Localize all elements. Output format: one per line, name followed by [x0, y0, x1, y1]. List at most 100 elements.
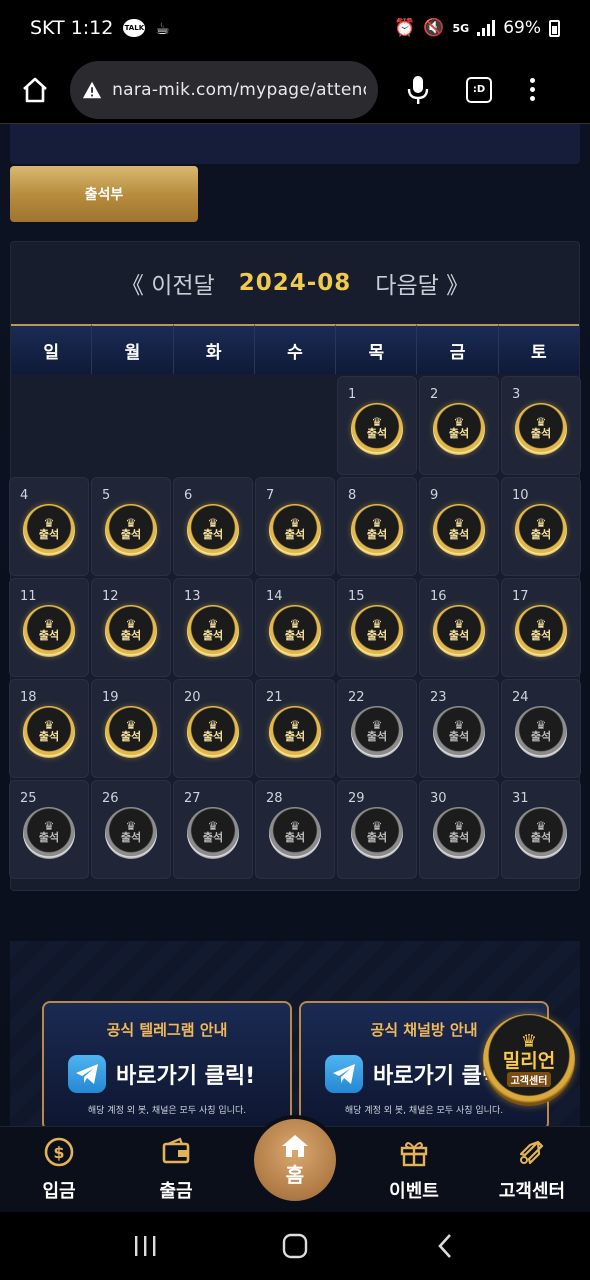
calendar-day-cell[interactable]: 14 ♛ 출석	[255, 578, 335, 677]
stamp-label: 출석	[366, 830, 388, 844]
day-number: 9	[430, 488, 439, 503]
stamp-label: 출석	[284, 628, 306, 642]
calendar-day-cell[interactable]: 29 ♛ 출석	[337, 780, 417, 879]
crown-icon: ♛	[207, 616, 219, 631]
not-attended-stamp-icon: ♛ 출석	[515, 807, 567, 860]
calendar-day-cell[interactable]: 13 ♛ 출석	[173, 578, 253, 677]
calendar-day-cell[interactable]: 10 ♛ 출석	[501, 477, 581, 576]
stamp-label: 출석	[38, 729, 60, 743]
stamp-label: 출석	[530, 729, 552, 743]
tabs-button[interactable]: :D	[466, 76, 492, 103]
not-attended-stamp-icon: ♛ 출석	[351, 807, 403, 860]
url-text: nara-mik.com/mypage/attend.p	[112, 79, 366, 100]
attendance-tab[interactable]: 출석부	[10, 166, 198, 222]
day-number: 16	[430, 589, 447, 604]
back-button[interactable]	[425, 1226, 465, 1266]
calendar-day-cell[interactable]: 4 ♛ 출석	[9, 477, 89, 576]
calendar-day-cell[interactable]: 8 ♛ 출석	[337, 477, 417, 576]
calendar-day-cell[interactable]: 5 ♛ 출석	[91, 477, 171, 576]
url-bar[interactable]: nara-mik.com/mypage/attend.p	[70, 60, 378, 119]
calendar-day-cell[interactable]: 22 ♛ 출석	[337, 679, 417, 778]
calendar-day-cell[interactable]: 21 ♛ 출석	[255, 679, 335, 778]
attended-stamp-icon: ♛ 출석	[351, 605, 403, 658]
crown-icon: ♛	[371, 616, 383, 631]
calendar-day-cell[interactable]: 12 ♛ 출석	[91, 578, 171, 677]
calendar-day-cell[interactable]: 27 ♛ 출석	[173, 780, 253, 879]
calendar-day-cell[interactable]: 15 ♛ 출석	[337, 578, 417, 677]
stamp-label: 출석	[366, 527, 388, 541]
page-content: 출석부 《 이전달 2024-08 다음달 》 일 월 화 수 목 금 토 1 ♛…	[0, 124, 590, 1126]
browser-menu-button[interactable]	[530, 78, 535, 101]
calendar-day-cell[interactable]: 11 ♛ 출석	[9, 578, 89, 677]
calendar-day-cell[interactable]: 26 ♛ 출석	[91, 780, 171, 879]
day-number: 18	[20, 690, 37, 705]
stamp-label: 출석	[366, 729, 388, 743]
next-month-button[interactable]: 다음달 》	[375, 266, 469, 300]
telegram-banner[interactable]: 공식 텔레그램 안내 바로가기 클릭! 해당 계정 외 봇, 채널은 모두 사칭…	[42, 1001, 292, 1126]
calendar-day-cell[interactable]: 24 ♛ 출석	[501, 679, 581, 778]
not-attended-stamp-icon: ♛ 출석	[351, 706, 403, 759]
attended-stamp-icon: ♛ 출석	[351, 403, 403, 456]
calendar-day-cell[interactable]: 19 ♛ 출석	[91, 679, 171, 778]
recent-apps-button[interactable]	[125, 1226, 165, 1266]
home-icon	[282, 1134, 308, 1157]
support-brand: 밀리언	[502, 1049, 556, 1072]
calendar-day-cell[interactable]: 1 ♛ 출석	[337, 376, 417, 475]
calendar-day-cell[interactable]: 9 ♛ 출석	[419, 477, 499, 576]
calendar-day-cell[interactable]: 28 ♛ 출석	[255, 780, 335, 879]
attended-stamp-icon: ♛ 출석	[105, 706, 157, 759]
day-number: 4	[20, 488, 29, 503]
calendar-day-cell[interactable]: 20 ♛ 출석	[173, 679, 253, 778]
browser-home-button[interactable]	[14, 69, 56, 111]
menu-dot	[530, 87, 535, 92]
crown-icon: ♛	[207, 717, 219, 732]
crown-icon: ♛	[43, 717, 55, 732]
menu-dot	[530, 96, 535, 101]
nav-home[interactable]: 홈	[250, 1115, 340, 1205]
calendar-day-cell[interactable]: 18 ♛ 출석	[9, 679, 89, 778]
bell-icon	[515, 1135, 549, 1169]
day-number: 5	[102, 488, 111, 503]
crown-icon: ♛	[125, 616, 137, 631]
calendar-grid: 1 ♛ 출석 2 ♛ 출석 3 ♛ 출석 4 ♛ 출석 5 ♛ 출석 6 ♛ 출석 7 ♛ 출석 8 ♛ 출석 9 ♛ 출석 10 ♛ 출…	[9, 374, 581, 879]
prev-month-button[interactable]: 《 이전달	[121, 266, 215, 300]
voice-search-button[interactable]	[400, 69, 436, 111]
crown-icon: ♛	[289, 616, 301, 631]
calendar-day-cell[interactable]: 30 ♛ 출석	[419, 780, 499, 879]
nav-support-label: 고객센터	[498, 1181, 566, 1202]
system-nav	[0, 1212, 590, 1280]
nav-support[interactable]: 고객센터	[482, 1135, 582, 1203]
weekday-sat: 토	[498, 324, 579, 374]
nav-withdraw[interactable]: 출금	[126, 1135, 226, 1203]
support-floating-button[interactable]: ♛ 밀리언 고객센터	[483, 1014, 575, 1106]
crown-icon: ♛	[453, 818, 465, 833]
day-number: 10	[512, 488, 529, 503]
carrier-time: SKT 1:12	[30, 17, 114, 39]
calendar-day-cell[interactable]: 7 ♛ 출석	[255, 477, 335, 576]
weekday-tue: 화	[173, 324, 255, 374]
mute-icon: 🔇	[423, 18, 445, 38]
calendar-day-cell[interactable]: 31 ♛ 출석	[501, 780, 581, 879]
crown-icon: ♛	[453, 616, 465, 631]
stamp-label: 출석	[202, 830, 224, 844]
crown-icon: ♛	[535, 717, 547, 732]
calendar-day-cell[interactable]: 23 ♛ 출석	[419, 679, 499, 778]
stamp-label: 출석	[202, 628, 224, 642]
weekday-fri: 금	[417, 324, 499, 374]
nav-event[interactable]: 이벤트	[364, 1135, 464, 1203]
stamp-label: 출석	[530, 426, 552, 440]
system-home-button[interactable]	[275, 1226, 315, 1266]
calendar-day-cell[interactable]: 2 ♛ 출석	[419, 376, 499, 475]
calendar-day-cell[interactable]: 16 ♛ 출석	[419, 578, 499, 677]
calendar-day-cell[interactable]: 25 ♛ 출석	[9, 780, 89, 879]
day-number: 6	[184, 488, 193, 503]
calendar-day-cell[interactable]: 6 ♛ 출석	[173, 477, 253, 576]
calendar-day-cell[interactable]: 17 ♛ 출석	[501, 578, 581, 677]
stamp-label: 출석	[448, 426, 470, 440]
day-number: 21	[266, 690, 283, 705]
stamp-label: 출석	[202, 527, 224, 541]
microphone-icon	[407, 75, 429, 104]
calendar-day-cell[interactable]: 3 ♛ 출석	[501, 376, 581, 475]
crown-icon: ♛	[535, 414, 547, 429]
nav-deposit[interactable]: $ 입금	[9, 1135, 109, 1203]
